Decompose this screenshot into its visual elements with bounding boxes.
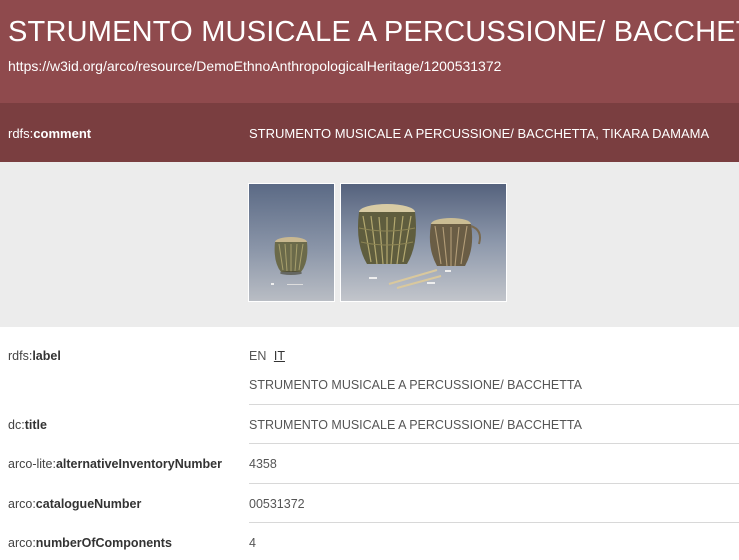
catalogue-predicate: arco:catalogueNumber bbox=[8, 497, 141, 511]
components-predicate-name: numberOfComponents bbox=[35, 536, 172, 550]
page-title: STRUMENTO MUSICALE A PERCUSSIONE/ BACCHE… bbox=[8, 16, 739, 48]
components-prefix: arco: bbox=[8, 536, 36, 550]
label-prefix: rdfs: bbox=[8, 349, 33, 363]
resource-uri-link[interactable]: https://w3id.org/arco/resource/DemoEthno… bbox=[8, 58, 501, 74]
comment-predicate-name: comment bbox=[33, 126, 92, 141]
drums-with-sticks-photo bbox=[341, 184, 506, 301]
catalogue-value: 00531372 bbox=[249, 497, 305, 511]
language-option-en[interactable]: EN bbox=[249, 349, 266, 363]
catalogue-predicate-name: catalogueNumber bbox=[35, 497, 142, 511]
language-toggle: EN IT bbox=[249, 349, 289, 363]
comment-value: STRUMENTO MUSICALE A PERCUSSIONE/ BACCHE… bbox=[249, 126, 710, 141]
title-predicate-name: title bbox=[24, 418, 47, 432]
row-divider bbox=[249, 483, 739, 484]
title-predicate: dc:title bbox=[8, 418, 47, 432]
comment-prefix: rdfs: bbox=[8, 126, 34, 141]
label-predicate-name: label bbox=[32, 349, 61, 363]
catalogue-prefix: arco: bbox=[8, 497, 36, 511]
title-value: STRUMENTO MUSICALE A PERCUSSIONE/ BACCHE… bbox=[249, 418, 582, 432]
gallery-image-drums-sticks[interactable] bbox=[340, 183, 507, 302]
comment-row: rdfs:comment STRUMENTO MUSICALE A PERCUS… bbox=[0, 103, 739, 162]
comment-predicate: rdfs:comment bbox=[8, 126, 91, 141]
row-divider bbox=[249, 522, 739, 523]
alt-inventory-predicate-name: alternativeInventoryNumber bbox=[55, 457, 222, 471]
title-prefix: dc: bbox=[8, 418, 25, 432]
alt-inventory-predicate: arco-lite:alternativeInventoryNumber bbox=[8, 457, 222, 471]
alt-inventory-value: 4358 bbox=[249, 457, 277, 471]
row-divider bbox=[249, 404, 739, 405]
alt-inventory-prefix: arco-lite: bbox=[8, 457, 56, 471]
components-value: 4 bbox=[249, 536, 256, 550]
gallery-image-drum[interactable] bbox=[248, 183, 335, 302]
page-header: STRUMENTO MUSICALE A PERCUSSIONE/ BACCHE… bbox=[0, 0, 739, 103]
row-divider bbox=[249, 443, 739, 444]
label-predicate: rdfs:label bbox=[8, 349, 61, 363]
language-option-it[interactable]: IT bbox=[274, 349, 285, 363]
label-value: STRUMENTO MUSICALE A PERCUSSIONE/ BACCHE… bbox=[249, 378, 582, 392]
drum-photo-single bbox=[249, 184, 334, 301]
components-predicate: arco:numberOfComponents bbox=[8, 536, 172, 550]
